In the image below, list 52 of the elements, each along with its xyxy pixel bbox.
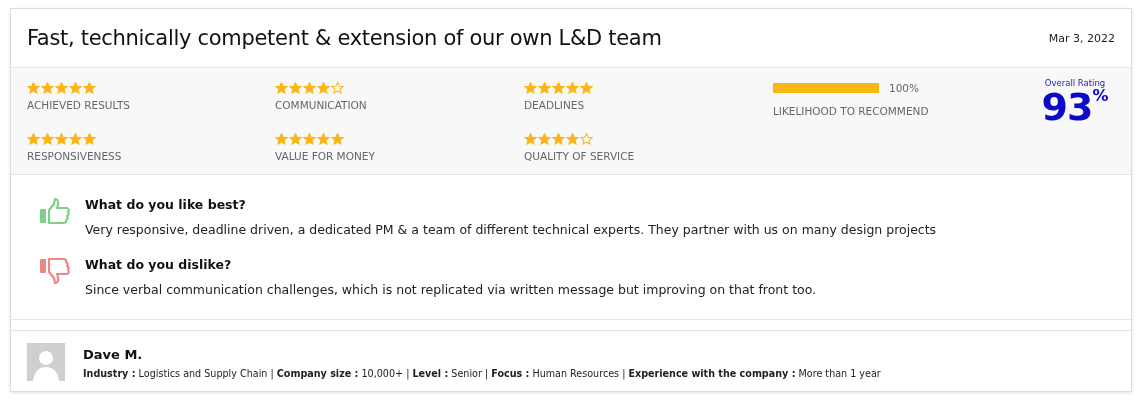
star-icon [566, 82, 579, 94]
overall-rating-value: 93 [1041, 88, 1093, 126]
feedback-question: What do you dislike? [85, 257, 233, 272]
avatar-icon [27, 343, 65, 381]
star-icon [83, 82, 96, 94]
feedback-answer: Very responsive, deadline driven, a dedicated PM & a team of different technical experts. They partner with us on many design projects [85, 222, 937, 237]
star-icon [538, 133, 551, 145]
star-icon [27, 82, 40, 94]
star-icon [524, 133, 537, 145]
star-icon [289, 133, 302, 145]
star-icon [275, 133, 288, 145]
star-icon [55, 82, 68, 94]
star-icon [83, 133, 96, 145]
star-icon [41, 82, 54, 94]
star-icon [303, 133, 316, 145]
review-title: Fast, technically competent & extension of our own L&D team [27, 26, 662, 50]
percent-sign: % [1092, 88, 1109, 104]
reviewer-name: Dave M. [83, 347, 144, 362]
rating-label: ACHIEVED RESULTS [27, 99, 131, 111]
star-icon [331, 133, 344, 145]
review-date: Mar 3, 2022 [1048, 31, 1115, 45]
feedback-question: What do you like best? [85, 197, 247, 212]
star-icon [524, 82, 537, 94]
star-icon [27, 133, 40, 145]
star-icon [41, 133, 54, 145]
star-icon [55, 133, 68, 145]
thumbs-down-icon [39, 257, 71, 285]
rating-label: RESPONSIVENESS [27, 150, 123, 162]
star-icon [69, 133, 82, 145]
rating-label: VALUE FOR MONEY [275, 150, 376, 162]
feedback-answer: Since verbal communication challenges, which is not replicated via written message but improving on that front too. [85, 282, 817, 297]
star-icon [552, 133, 565, 145]
star-icon [289, 82, 302, 94]
overall-rating-label: Overall Rating [1044, 78, 1106, 88]
star-icon [580, 82, 593, 94]
recommend-percent: 100% [889, 82, 920, 94]
rating-label: COMMUNICATION [275, 99, 368, 111]
star-icon [317, 82, 330, 94]
star-icon [538, 82, 551, 94]
star-icon [69, 82, 82, 94]
rating-label: DEADLINES [524, 99, 586, 111]
rating-label: QUALITY OF SERVICE [524, 150, 636, 162]
reviewer-details: Industry : Logistics and Supply Chain | Company size : 10,000+ | Level : Senior | Focus : Human Resources | Experience with the company : More than 1 year [83, 368, 881, 379]
star-icon [275, 82, 288, 94]
recommend-label: LIKELIHOOD TO RECOMMEND [773, 105, 930, 117]
star-outline-icon [331, 82, 344, 94]
star-icon [317, 133, 330, 145]
thumbs-up-icon [39, 197, 71, 225]
star-icon [552, 82, 565, 94]
star-outline-icon [580, 133, 593, 145]
star-icon [303, 82, 316, 94]
star-icon [566, 133, 579, 145]
